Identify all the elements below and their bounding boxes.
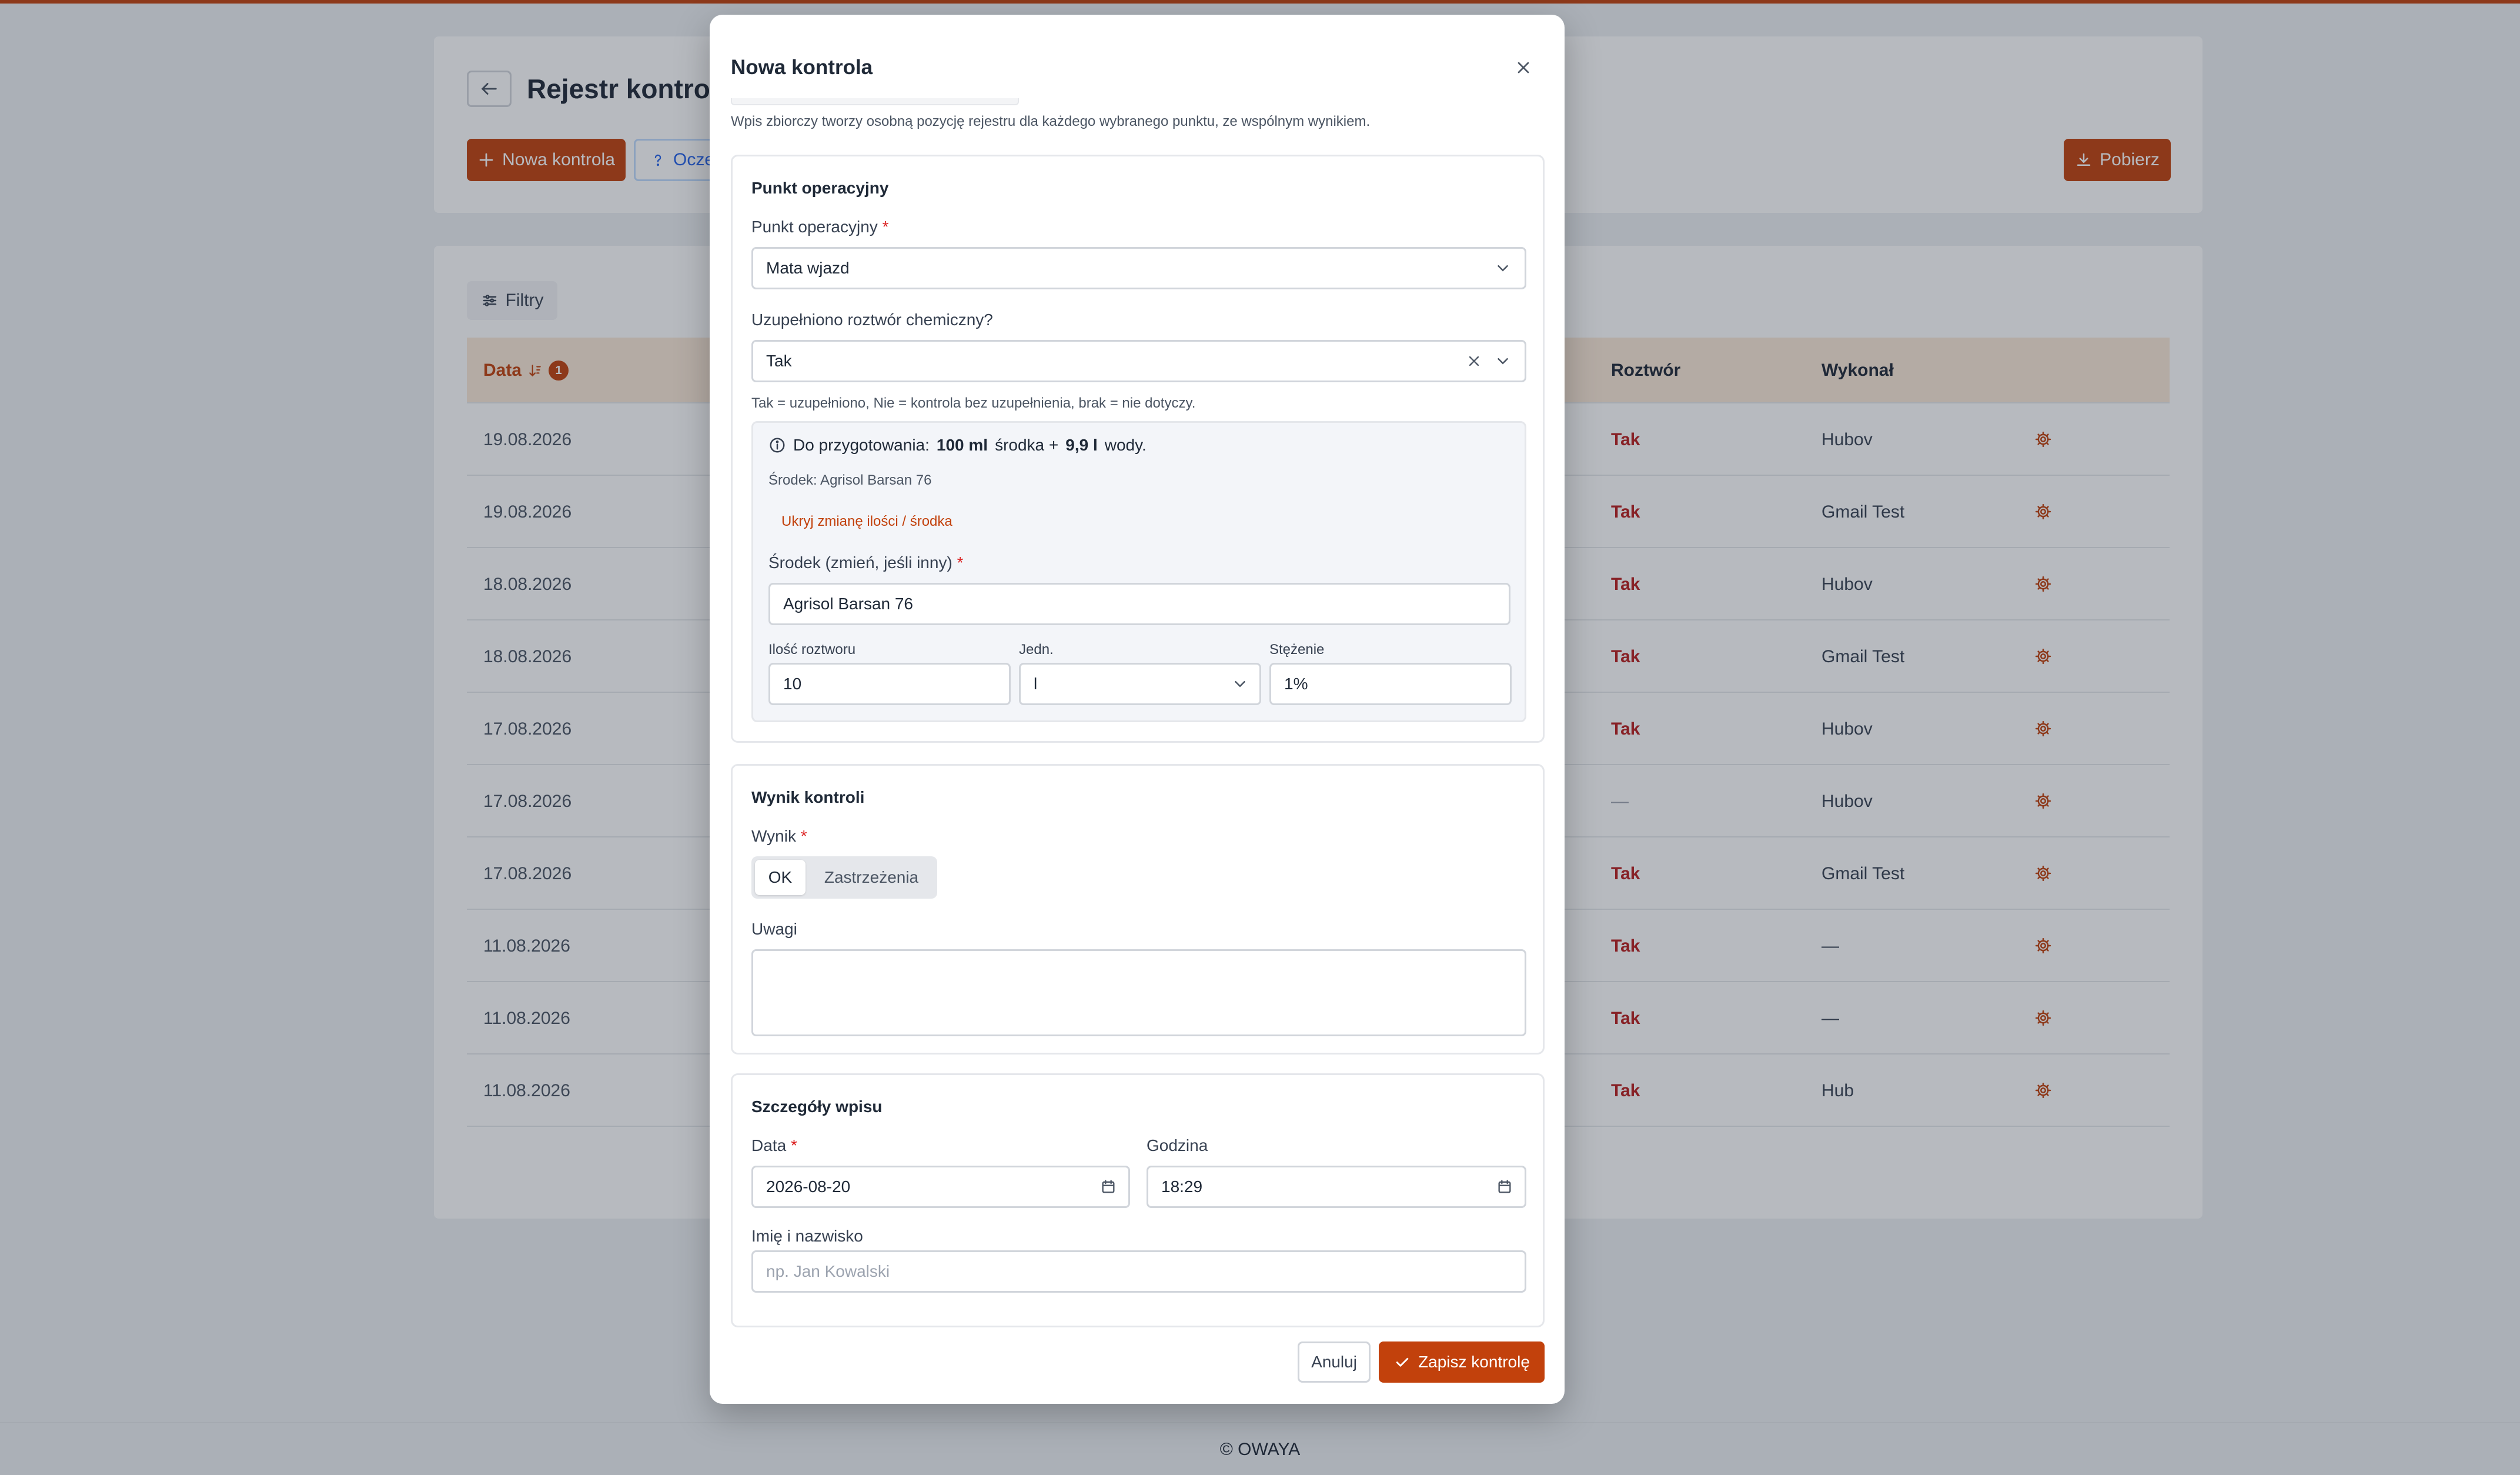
modal-title: Nowa kontrola [731, 56, 873, 79]
name-label: Imię i nazwisko [751, 1227, 863, 1245]
scroll-indicator [731, 98, 1019, 105]
chem-hint: Tak = uzupełniono, Nie = kontrola bez uz… [751, 395, 1196, 411]
agent-word: środka + [995, 436, 1059, 454]
date-input[interactable]: 2026-08-20 [751, 1166, 1130, 1208]
result-option-reservations[interactable]: Zastrzeżenia [809, 860, 934, 895]
unit-label: Jedn. [1019, 642, 1054, 658]
modal-note: Wpis zbiorczy tworzy osobną pozycję reje… [731, 114, 1371, 129]
date-label: Data * [751, 1136, 797, 1154]
time-input-value: 18:29 [1161, 1177, 1203, 1196]
section-heading: Punkt operacyjny [751, 179, 889, 197]
chem-select-value: Tak [766, 352, 792, 370]
chevron-down-icon [1231, 675, 1249, 693]
notes-label: Uwagi [751, 920, 797, 938]
save-control-label: Zapisz kontrolę [1418, 1353, 1530, 1371]
agent-input[interactable]: Agrisol Barsan 76 [768, 583, 1510, 625]
concentration-input-value: 1% [1284, 675, 1308, 693]
agent-field-label: Środek (zmień, jeśli inny) * [768, 553, 964, 572]
close-button[interactable] [1509, 54, 1538, 82]
section-heading: Wynik kontroli [751, 788, 865, 806]
agent-input-value: Agrisol Barsan 76 [783, 595, 914, 613]
date-input-value: 2026-08-20 [766, 1177, 851, 1196]
section-heading: Szczegóły wpisu [751, 1097, 883, 1116]
result-label: Wynik * [751, 827, 807, 845]
point-label: Punkt operacyjny * [751, 218, 889, 236]
chem-select[interactable]: Tak [751, 340, 1526, 382]
notes-textarea[interactable] [751, 949, 1526, 1036]
water-word: wody. [1104, 436, 1147, 454]
chevron-down-icon [1494, 259, 1512, 277]
chevron-down-icon [1494, 352, 1512, 370]
close-icon [1514, 58, 1533, 77]
unit-select[interactable]: l [1019, 663, 1261, 705]
check-icon [1393, 1353, 1411, 1371]
agent-line: Środek: Agrisol Barsan 76 [768, 472, 932, 488]
point-select[interactable]: Mata wjazd [751, 247, 1526, 289]
section-control-result: Wynik kontroli Wynik * OK Zastrzeżenia U… [731, 764, 1545, 1054]
calendar-icon[interactable] [1100, 1179, 1117, 1195]
time-input[interactable]: 18:29 [1147, 1166, 1526, 1208]
preparation-summary: Do przygotowania: 100 ml środka + 9,9 l … [768, 436, 1147, 455]
clear-icon[interactable] [1466, 353, 1482, 369]
result-option-ok[interactable]: OK [755, 860, 806, 895]
name-input-placeholder: np. Jan Kowalski [766, 1262, 890, 1280]
section-operational-point: Punkt operacyjny Punkt operacyjny * Mata… [731, 155, 1545, 743]
chem-label: Uzupełniono roztwór chemiczny? [751, 311, 993, 329]
toggle-agent-change-link[interactable]: Ukryj zmianę ilości / środka [781, 513, 952, 530]
concentration-input[interactable]: 1% [1269, 663, 1512, 705]
point-select-value: Mata wjazd [766, 259, 850, 277]
quantity-label: Ilość roztworu [768, 642, 856, 658]
section-entry-details: Szczegóły wpisu Data * 2026-08-20 Godzin… [731, 1073, 1545, 1327]
calendar-icon[interactable] [1496, 1179, 1513, 1195]
save-control-button[interactable]: Zapisz kontrolę [1379, 1341, 1545, 1383]
time-label: Godzina [1147, 1136, 1208, 1154]
quantity-input-value: 10 [783, 675, 802, 693]
unit-select-value: l [1034, 675, 1038, 693]
new-control-modal: Nowa kontrola Wpis zbiorczy tworzy osobn… [710, 15, 1565, 1404]
info-icon [768, 436, 786, 454]
water-amount: 9,9 l [1065, 436, 1098, 454]
concentration-label: Stężenie [1269, 642, 1325, 658]
preparation-prefix: Do przygotowania: [793, 436, 930, 454]
name-input[interactable]: np. Jan Kowalski [751, 1250, 1526, 1293]
result-segmented-control: OK Zastrzeżenia [751, 856, 937, 899]
cancel-button[interactable]: Anuluj [1298, 1341, 1371, 1383]
agent-amount: 100 ml [936, 436, 988, 454]
quantity-input[interactable]: 10 [768, 663, 1011, 705]
preparation-info-box: Do przygotowania: 100 ml środka + 9,9 l … [751, 421, 1526, 722]
